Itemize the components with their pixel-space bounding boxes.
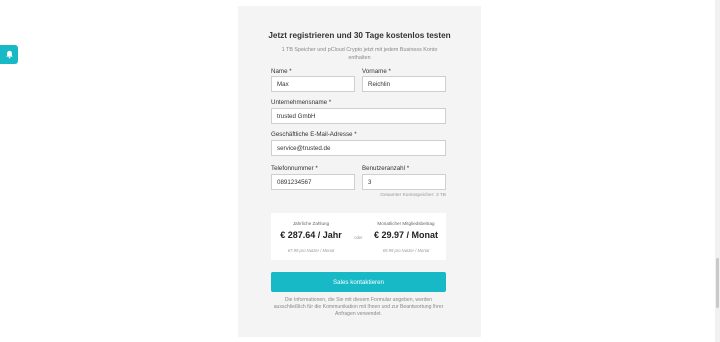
page-scrollbar[interactable] bbox=[715, 0, 720, 342]
bell-icon bbox=[5, 50, 13, 59]
email-label: Geschäftliche E-Mail-Adresse * bbox=[271, 131, 357, 138]
or-separator: oder bbox=[354, 235, 363, 240]
yearly-note: €7.99 pro Nutzer / Monat bbox=[287, 248, 335, 253]
phone-label: Telefonnummer * bbox=[271, 165, 318, 172]
yearly-plan-option[interactable]: Jährliche Zahlung € 287.64 / Jahr €7.99 … bbox=[271, 213, 351, 260]
vorname-label: Vorname * bbox=[362, 68, 391, 75]
company-label: Unternehmensname * bbox=[271, 99, 332, 106]
vorname-input[interactable] bbox=[362, 76, 446, 92]
yearly-price: € 287.64 / Jahr bbox=[280, 230, 342, 240]
email-input[interactable] bbox=[271, 140, 446, 156]
users-input[interactable] bbox=[362, 174, 446, 190]
scrollbar-thumb[interactable] bbox=[716, 258, 719, 308]
signup-form-card: Jetzt registrieren und 30 Tage kostenlos… bbox=[238, 6, 481, 337]
contact-sales-button[interactable]: Sales kontaktieren bbox=[271, 272, 446, 292]
name-input[interactable] bbox=[271, 76, 355, 92]
name-label: Name * bbox=[271, 68, 292, 75]
company-input[interactable] bbox=[271, 108, 446, 124]
form-title: Jetzt registrieren und 30 Tage kostenlos… bbox=[268, 31, 451, 40]
monthly-caption: Monatlicher Mitgliedsbeitrag bbox=[377, 221, 435, 226]
yearly-caption: Jährliche Zahlung bbox=[292, 221, 330, 226]
form-subtitle: 1 TB Speicher und pCloud Crypto jetzt mi… bbox=[281, 47, 438, 61]
users-label: Benutzeranzahl * bbox=[362, 165, 410, 172]
monthly-price: € 29.97 / Monat bbox=[373, 230, 439, 240]
notification-side-tab[interactable] bbox=[0, 45, 18, 64]
monthly-note: €9.99 pro Nutzer / Monat bbox=[382, 248, 430, 253]
phone-input[interactable] bbox=[271, 174, 355, 190]
pricing-box: Jährliche Zahlung € 287.64 / Jahr €7.99 … bbox=[271, 213, 446, 260]
monthly-plan-option[interactable]: Monatlicher Mitgliedsbeitrag € 29.97 / M… bbox=[366, 213, 446, 260]
privacy-disclaimer: Die Informationen, die Sie mit diesem Fo… bbox=[273, 297, 444, 317]
storage-hint: Gesamter Kontospeicher: 3 TB bbox=[380, 193, 446, 198]
